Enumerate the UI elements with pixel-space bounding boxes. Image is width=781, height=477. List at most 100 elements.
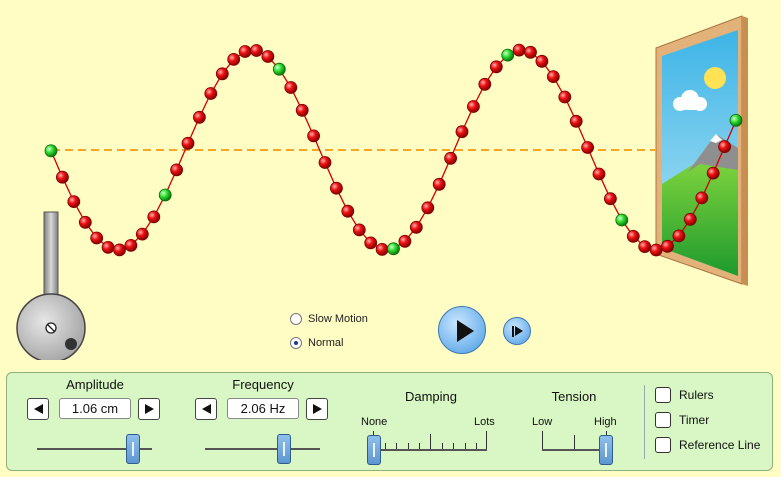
wave-stage [16,15,748,360]
red-bead [535,54,549,68]
red-bead [683,212,697,226]
damping-low-label: None [361,416,388,428]
red-bead [581,141,594,154]
green-bead [729,114,743,127]
tension-tick [542,431,543,449]
red-bead [307,129,321,143]
red-bead [512,43,526,57]
damping-tick [385,443,386,449]
slow-motion-radio[interactable] [290,313,302,325]
red-bead [421,201,435,215]
frequency-slider-thumb[interactable] [277,434,291,464]
reference-line-checkbox[interactable] [655,437,671,453]
frequency-increase-button[interactable] [306,398,328,420]
oscillator [16,211,86,360]
play-button[interactable] [438,306,486,354]
tension-slider-thumb[interactable] [599,435,613,465]
damping-tick [419,443,420,449]
red-bead [67,195,81,209]
red-bead [56,170,69,184]
red-bead [558,90,572,104]
normal-label: Normal [308,337,344,349]
red-bead [238,45,252,58]
red-bead [352,223,366,237]
damping-slider-thumb[interactable] [367,435,381,465]
reference-line-option[interactable]: Reference Line [655,437,760,453]
damping-tick [396,443,397,449]
red-bead [546,70,560,83]
normal-radio[interactable] [290,337,302,349]
red-bead [341,204,355,218]
step-button[interactable] [503,317,531,345]
green-bead [387,242,400,256]
red-bead [409,220,423,234]
rulers-option[interactable]: Rulers [655,387,714,403]
red-bead [432,177,446,191]
rulers-label: Rulers [679,388,714,402]
red-bead [706,166,720,180]
red-bead [261,50,275,63]
slow-motion-option[interactable]: Slow Motion [290,313,368,325]
red-bead [649,243,663,257]
red-bead [329,181,343,195]
amplitude-title: Amplitude [66,377,124,392]
damping-tick [465,443,466,449]
red-bead [626,229,640,243]
red-bead [181,136,195,150]
red-bead [101,240,115,254]
damping-tick [476,443,477,449]
timer-option[interactable]: Timer [655,412,709,428]
red-bead [227,53,241,66]
red-bead [147,210,161,224]
screw-icon [45,322,57,334]
red-bead [124,238,138,252]
control-panel: Amplitude 1.06 cm Frequency 2.06 Hz Damp… [6,372,773,471]
red-bead [375,242,389,256]
red-bead [170,163,184,177]
green-bead [44,144,58,158]
red-bead [672,229,686,243]
rulers-checkbox[interactable] [655,387,671,403]
red-bead [466,100,480,113]
red-bead [192,110,206,124]
red-bead [444,151,458,165]
tension-tick [574,435,575,449]
tension-high-label: High [594,416,617,428]
damping-tick [486,431,487,449]
damping-tick [442,443,443,449]
damping-high-label: Lots [474,416,495,428]
damping-title: Damping [404,389,458,404]
red-bead [489,60,503,74]
red-bead [215,67,229,81]
red-bead [90,231,104,245]
red-bead [524,45,537,59]
timer-checkbox[interactable] [655,412,671,428]
green-bead [615,213,629,227]
red-bead [638,240,652,254]
tension-title: Tension [551,389,597,404]
frequency-title: Frequency [232,377,294,392]
red-bead [250,44,263,57]
red-bead [284,81,298,94]
red-bead [592,167,606,181]
amplitude-value[interactable]: 1.06 cm [59,398,131,419]
frequency-value[interactable]: 2.06 Hz [227,398,299,419]
normal-option[interactable]: Normal [290,337,343,349]
timer-label: Timer [679,413,710,427]
red-bead [364,236,378,250]
red-bead [204,87,218,100]
amplitude-slider-thumb[interactable] [126,434,140,464]
damping-tick [430,434,431,449]
red-bead [569,114,583,128]
sun-icon [704,67,726,89]
red-bead [113,243,126,257]
frequency-decrease-button[interactable] [195,398,217,420]
tension-slider-track[interactable] [542,449,606,451]
red-bead [78,215,92,229]
frequency-slider-track[interactable] [205,448,320,450]
damping-slider-track[interactable] [373,449,487,451]
red-bead [398,234,412,248]
amplitude-increase-button[interactable] [138,398,160,420]
red-bead [604,192,617,206]
amplitude-decrease-button[interactable] [27,398,49,420]
